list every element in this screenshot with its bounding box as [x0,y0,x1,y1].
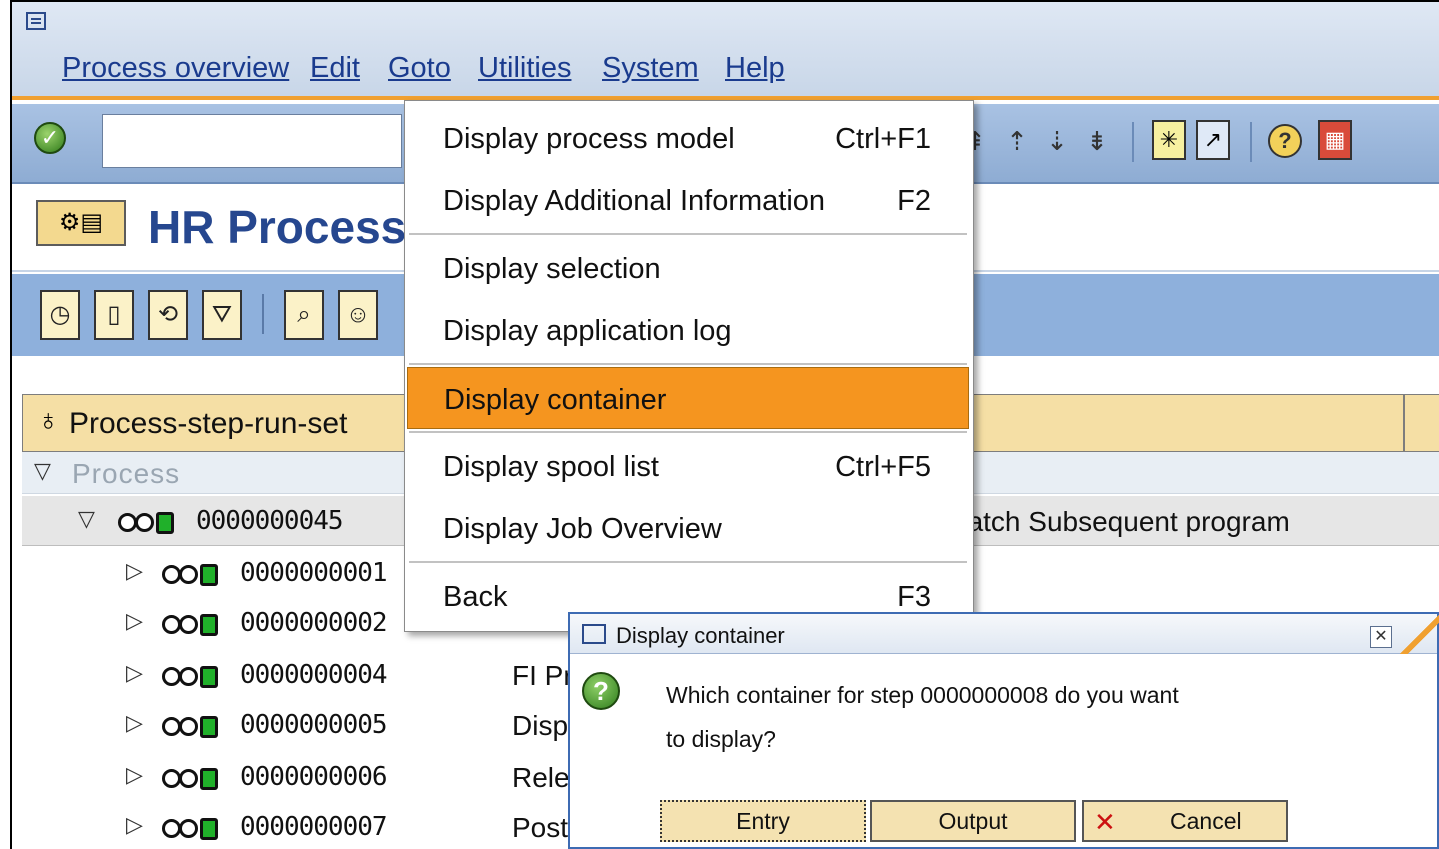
menu-item-display-container[interactable]: Display container [407,367,969,429]
menu-edit[interactable]: Edit [310,52,360,85]
menu-item-label: Display spool list [443,451,659,483]
users-icon[interactable]: ☺ [338,290,378,340]
menu-separator [409,233,967,235]
close-icon[interactable]: ✕ [1370,626,1392,648]
menu-item-display-spool-list[interactable]: Display spool list Ctrl+F5 [407,435,969,497]
hierarchy-icon: ♁ [37,404,60,437]
row-id: 0000000005 [240,710,388,740]
menu-item-label: Display Additional Information [443,185,826,217]
tree-header-label: Process-step-run-set [69,407,348,440]
traffic-light-icon [162,666,218,688]
menu-help[interactable]: Help [725,52,785,85]
row-description: Rele [512,762,570,793]
traffic-light-icon [162,564,218,586]
last-page-icon[interactable]: ⇟ [1082,124,1112,158]
menu-bar: Process overview Edit Goto Utilities Sys… [12,2,1439,100]
question-icon: ? [582,672,620,710]
enter-check-icon[interactable]: ✓ [34,122,66,154]
column-divider [1403,395,1405,451]
cancel-button[interactable]: ✕ Cancel [1082,800,1288,842]
menu-item-display-application-log[interactable]: Display application log [407,299,969,361]
system-menu-icon[interactable] [26,12,46,30]
menu-item-label: Display selection [443,253,661,285]
row-id: 0000000045 [196,506,344,536]
next-page-icon[interactable]: ⇣ [1042,124,1072,158]
menu-item-display-process-model[interactable]: Display process model Ctrl+F1 [407,107,969,169]
dialog-title-bar: Display container ✕ [570,614,1439,654]
row-description: Disp [512,710,569,741]
menu-item-label: Back [443,581,508,613]
refresh-icon[interactable]: ⟲ [148,290,188,340]
new-session-icon[interactable]: ✳ [1152,120,1186,160]
collapse-triangle-icon[interactable]: ▽ [78,506,95,532]
output-button[interactable]: Output [870,800,1076,842]
expand-triangle-icon[interactable]: ▷ [126,812,143,838]
help-icon[interactable]: ? [1268,124,1302,158]
goto-dropdown-menu: Display process model Ctrl+F1 Display Ad… [404,100,974,632]
menu-item-display-job-overview[interactable]: Display Job Overview [407,497,969,559]
filter-icon[interactable]: ⛛ [202,290,242,340]
menu-separator [409,363,967,365]
expand-triangle-icon[interactable]: ▷ [126,710,143,736]
menu-item-shortcut: F3 [897,581,931,613]
row-description: Post [512,812,569,843]
row-id: 0000000007 [240,812,388,842]
dialog-message: Which container for step 0000000008 do y… [666,682,1179,708]
search-icon[interactable]: ⌕ [284,290,324,340]
menu-item-display-selection[interactable]: Display selection [407,237,969,299]
traffic-light-icon [162,768,218,790]
menu-utilities[interactable]: Utilities [478,52,571,85]
menu-item-shortcut: F2 [897,185,931,217]
create-shortcut-icon[interactable]: ↗ [1196,120,1230,160]
row-id: 0000000004 [240,660,388,690]
traffic-light-icon [162,818,218,840]
customize-layout-icon[interactable]: ▦ [1318,120,1352,160]
cancel-button-label: Cancel [1170,808,1242,834]
menu-item-label: Display Job Overview [443,513,722,545]
row-id: 0000000006 [240,762,388,792]
expand-triangle-icon[interactable]: ▷ [126,608,143,634]
entry-button[interactable]: Entry [660,800,866,842]
menu-item-shortcut: Ctrl+F5 [835,451,931,483]
previous-page-icon[interactable]: ⇡ [1002,124,1032,158]
new-document-icon[interactable]: ▯ [94,290,134,340]
traffic-light-icon [162,614,218,636]
cancel-x-icon: ✕ [1094,807,1116,837]
row-description: FI Pr [512,660,573,691]
dialog-corner-accent [1400,614,1439,654]
traffic-light-icon [118,512,174,534]
menu-goto[interactable]: Goto [388,52,451,85]
toolbar-separator [1250,122,1252,162]
menu-item-display-additional-information[interactable]: Display Additional Information F2 [407,169,969,231]
menu-system[interactable]: System [602,52,699,85]
menu-separator [409,561,967,563]
collapse-triangle-icon[interactable]: ▽ [34,458,51,484]
process-workflow-icon[interactable]: ⚙▤ [36,200,126,246]
menu-separator [409,431,967,433]
menu-item-label: Display process model [443,123,735,155]
menu-item-label: Display application log [443,315,732,347]
display-container-dialog: Display container ✕ ? Which container fo… [568,612,1439,849]
row-id: 0000000002 [240,608,388,638]
row-id: 0000000001 [240,558,388,588]
expand-triangle-icon[interactable]: ▷ [126,558,143,584]
row-description: batch Subsequent program [952,506,1290,537]
menu-item-label: Display container [444,384,667,416]
toolbar-separator [1132,122,1134,162]
clock-icon[interactable]: ◷ [40,290,80,340]
command-field[interactable] [102,114,402,168]
expand-triangle-icon[interactable]: ▷ [126,762,143,788]
window-icon [582,624,606,644]
page-title: HR Process [148,201,407,253]
dialog-title: Display container [616,623,785,648]
column-process-label: Process [72,458,181,489]
traffic-light-icon [162,716,218,738]
expand-triangle-icon[interactable]: ▷ [126,660,143,686]
menu-item-shortcut: Ctrl+F1 [835,123,931,155]
menu-process-overview[interactable]: Process overview [62,52,289,85]
dialog-message-continued: to display? [666,726,776,752]
toolbar-separator [262,294,264,334]
